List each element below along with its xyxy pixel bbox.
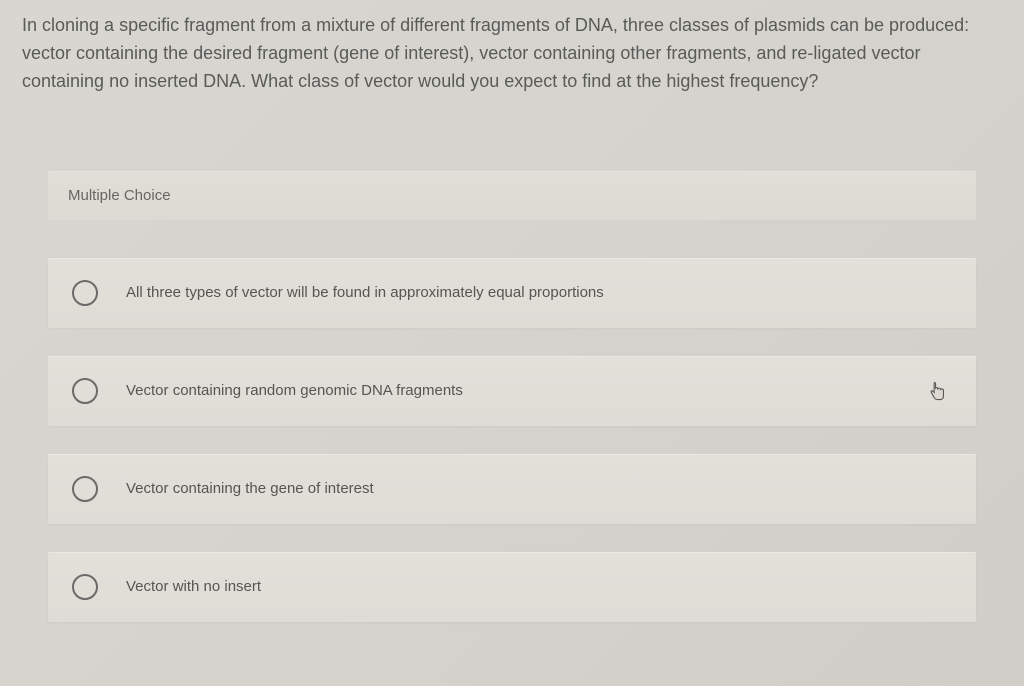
question-text: In cloning a specific fragment from a mi…	[22, 12, 1002, 96]
option-label: Vector containing random genomic DNA fra…	[126, 380, 463, 401]
radio-icon[interactable]	[72, 280, 98, 306]
option-label: Vector containing the gene of interest	[126, 478, 374, 499]
cursor-pointer-icon	[928, 381, 946, 401]
option-row-1[interactable]: All three types of vector will be found …	[48, 258, 976, 328]
section-header: Multiple Choice	[48, 171, 976, 220]
options-container: All three types of vector will be found …	[48, 258, 976, 622]
question-area: In cloning a specific fragment from a mi…	[0, 0, 1024, 126]
radio-icon[interactable]	[72, 378, 98, 404]
option-row-4[interactable]: Vector with no insert	[48, 552, 976, 622]
radio-icon[interactable]	[72, 574, 98, 600]
radio-icon[interactable]	[72, 476, 98, 502]
option-row-3[interactable]: Vector containing the gene of interest	[48, 454, 976, 524]
multiple-choice-section: Multiple Choice All three types of vecto…	[48, 171, 976, 622]
option-label: All three types of vector will be found …	[126, 282, 604, 303]
option-row-2[interactable]: Vector containing random genomic DNA fra…	[48, 356, 976, 426]
option-label: Vector with no insert	[126, 576, 261, 597]
